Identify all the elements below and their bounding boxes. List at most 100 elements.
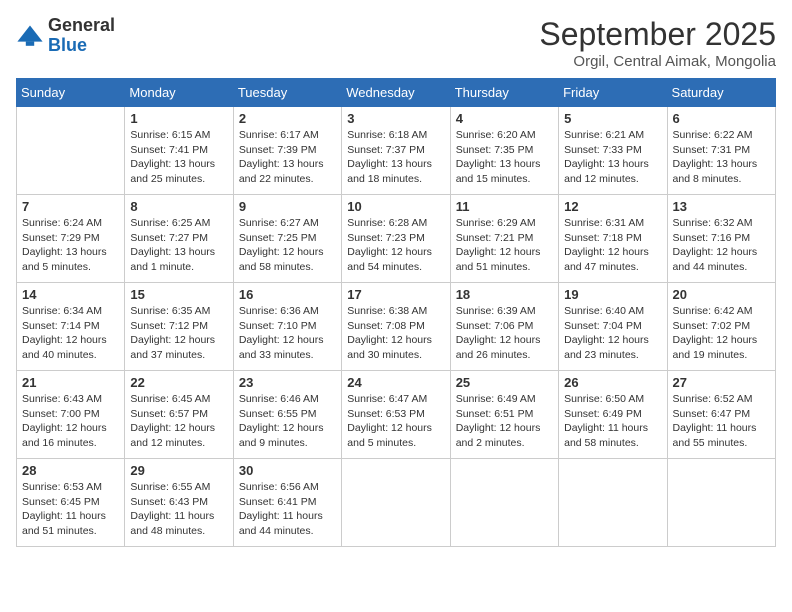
logo-blue-text: Blue <box>48 35 87 55</box>
day-number: 29 <box>130 463 227 478</box>
day-info: Sunrise: 6:22 AM Sunset: 7:31 PM Dayligh… <box>673 128 770 187</box>
day-info: Sunrise: 6:56 AM Sunset: 6:41 PM Dayligh… <box>239 480 336 539</box>
location-subtitle: Orgil, Central Aimak, Mongolia <box>539 53 776 70</box>
day-info: Sunrise: 6:47 AM Sunset: 6:53 PM Dayligh… <box>347 392 444 451</box>
day-number: 23 <box>239 375 336 390</box>
calendar-cell: 23 Sunrise: 6:46 AM Sunset: 6:55 PM Dayli… <box>233 371 341 459</box>
day-info: Sunrise: 6:55 AM Sunset: 6:43 PM Dayligh… <box>130 480 227 539</box>
day-info: Sunrise: 6:36 AM Sunset: 7:10 PM Dayligh… <box>239 304 336 363</box>
day-info: Sunrise: 6:42 AM Sunset: 7:02 PM Dayligh… <box>673 304 770 363</box>
day-number: 22 <box>130 375 227 390</box>
day-number: 8 <box>130 199 227 214</box>
day-number: 11 <box>456 199 553 214</box>
calendar-cell: 30 Sunrise: 6:56 AM Sunset: 6:41 PM Dayli… <box>233 459 341 547</box>
calendar-cell <box>17 107 125 195</box>
calendar-cell <box>450 459 558 547</box>
calendar-cell: 3Sunrise: 6:18 AM Sunset: 7:37 PM Daylig… <box>342 107 450 195</box>
title-block: September 2025 Orgil, Central Aimak, Mon… <box>539 16 776 70</box>
calendar-cell: 1Sunrise: 6:15 AM Sunset: 7:41 PM Daylig… <box>125 107 233 195</box>
day-number: 1 <box>130 111 227 126</box>
calendar-week-row: 7 Sunrise: 6:24 AM Sunset: 7:29 PM Daylig… <box>17 195 776 283</box>
day-info: Sunrise: 6:17 AM Sunset: 7:39 PM Dayligh… <box>239 128 336 187</box>
day-number: 14 <box>22 287 119 302</box>
calendar-cell: 28Sunrise: 6:53 AM Sunset: 6:45 PM Dayli… <box>17 459 125 547</box>
logo-icon <box>16 22 44 50</box>
calendar-cell: 16 Sunrise: 6:36 AM Sunset: 7:10 PM Dayli… <box>233 283 341 371</box>
calendar-cell: 26 Sunrise: 6:50 AM Sunset: 6:49 PM Dayli… <box>559 371 667 459</box>
calendar-cell: 8 Sunrise: 6:25 AM Sunset: 7:27 PM Daylig… <box>125 195 233 283</box>
day-number: 26 <box>564 375 661 390</box>
logo-general-text: General <box>48 15 115 35</box>
calendar-cell: 4 Sunrise: 6:20 AM Sunset: 7:35 PM Daylig… <box>450 107 558 195</box>
day-info: Sunrise: 6:49 AM Sunset: 6:51 PM Dayligh… <box>456 392 553 451</box>
day-number: 15 <box>130 287 227 302</box>
calendar-cell: 29 Sunrise: 6:55 AM Sunset: 6:43 PM Dayli… <box>125 459 233 547</box>
day-info: Sunrise: 6:38 AM Sunset: 7:08 PM Dayligh… <box>347 304 444 363</box>
calendar-cell: 11 Sunrise: 6:29 AM Sunset: 7:21 PM Dayli… <box>450 195 558 283</box>
page-header: General Blue September 2025 Orgil, Centr… <box>16 16 776 70</box>
day-number: 30 <box>239 463 336 478</box>
day-number: 25 <box>456 375 553 390</box>
day-info: Sunrise: 6:40 AM Sunset: 7:04 PM Dayligh… <box>564 304 661 363</box>
weekday-header-monday: Monday <box>125 79 233 107</box>
calendar-week-row: 21 Sunrise: 6:43 AM Sunset: 7:00 PM Dayli… <box>17 371 776 459</box>
day-info: Sunrise: 6:24 AM Sunset: 7:29 PM Dayligh… <box>22 216 119 275</box>
day-info: Sunrise: 6:35 AM Sunset: 7:12 PM Dayligh… <box>130 304 227 363</box>
day-number: 12 <box>564 199 661 214</box>
day-number: 27 <box>673 375 770 390</box>
weekday-header-wednesday: Wednesday <box>342 79 450 107</box>
day-info: Sunrise: 6:50 AM Sunset: 6:49 PM Dayligh… <box>564 392 661 451</box>
day-number: 16 <box>239 287 336 302</box>
day-number: 7 <box>22 199 119 214</box>
calendar-cell: 24 Sunrise: 6:47 AM Sunset: 6:53 PM Dayli… <box>342 371 450 459</box>
calendar-cell: 7 Sunrise: 6:24 AM Sunset: 7:29 PM Daylig… <box>17 195 125 283</box>
logo-text: General Blue <box>48 16 115 56</box>
day-info: Sunrise: 6:32 AM Sunset: 7:16 PM Dayligh… <box>673 216 770 275</box>
day-info: Sunrise: 6:21 AM Sunset: 7:33 PM Dayligh… <box>564 128 661 187</box>
calendar-week-row: 1Sunrise: 6:15 AM Sunset: 7:41 PM Daylig… <box>17 107 776 195</box>
day-number: 24 <box>347 375 444 390</box>
weekday-header-friday: Friday <box>559 79 667 107</box>
day-info: Sunrise: 6:20 AM Sunset: 7:35 PM Dayligh… <box>456 128 553 187</box>
day-number: 18 <box>456 287 553 302</box>
calendar-cell: 13 Sunrise: 6:32 AM Sunset: 7:16 PM Dayli… <box>667 195 775 283</box>
day-number: 10 <box>347 199 444 214</box>
calendar-cell <box>342 459 450 547</box>
weekday-header-tuesday: Tuesday <box>233 79 341 107</box>
day-number: 4 <box>456 111 553 126</box>
calendar-cell: 9 Sunrise: 6:27 AM Sunset: 7:25 PM Daylig… <box>233 195 341 283</box>
calendar-cell: 22 Sunrise: 6:45 AM Sunset: 6:57 PM Dayli… <box>125 371 233 459</box>
calendar-cell: 10 Sunrise: 6:28 AM Sunset: 7:23 PM Dayli… <box>342 195 450 283</box>
calendar-cell: 2Sunrise: 6:17 AM Sunset: 7:39 PM Daylig… <box>233 107 341 195</box>
day-number: 5 <box>564 111 661 126</box>
calendar-week-row: 14Sunrise: 6:34 AM Sunset: 7:14 PM Dayli… <box>17 283 776 371</box>
calendar-cell: 27Sunrise: 6:52 AM Sunset: 6:47 PM Dayli… <box>667 371 775 459</box>
day-info: Sunrise: 6:45 AM Sunset: 6:57 PM Dayligh… <box>130 392 227 451</box>
weekday-header-sunday: Sunday <box>17 79 125 107</box>
calendar-cell: 14Sunrise: 6:34 AM Sunset: 7:14 PM Dayli… <box>17 283 125 371</box>
calendar-cell <box>559 459 667 547</box>
calendar-cell: 21 Sunrise: 6:43 AM Sunset: 7:00 PM Dayli… <box>17 371 125 459</box>
day-number: 19 <box>564 287 661 302</box>
day-number: 9 <box>239 199 336 214</box>
calendar-table: SundayMondayTuesdayWednesdayThursdayFrid… <box>16 78 776 547</box>
day-info: Sunrise: 6:31 AM Sunset: 7:18 PM Dayligh… <box>564 216 661 275</box>
day-number: 13 <box>673 199 770 214</box>
calendar-cell: 25 Sunrise: 6:49 AM Sunset: 6:51 PM Dayli… <box>450 371 558 459</box>
weekday-header-saturday: Saturday <box>667 79 775 107</box>
day-number: 28 <box>22 463 119 478</box>
day-info: Sunrise: 6:28 AM Sunset: 7:23 PM Dayligh… <box>347 216 444 275</box>
day-number: 3 <box>347 111 444 126</box>
day-info: Sunrise: 6:29 AM Sunset: 7:21 PM Dayligh… <box>456 216 553 275</box>
day-info: Sunrise: 6:46 AM Sunset: 6:55 PM Dayligh… <box>239 392 336 451</box>
day-number: 21 <box>22 375 119 390</box>
calendar-cell: 15 Sunrise: 6:35 AM Sunset: 7:12 PM Dayli… <box>125 283 233 371</box>
day-info: Sunrise: 6:27 AM Sunset: 7:25 PM Dayligh… <box>239 216 336 275</box>
day-info: Sunrise: 6:43 AM Sunset: 7:00 PM Dayligh… <box>22 392 119 451</box>
day-number: 20 <box>673 287 770 302</box>
calendar-cell: 17Sunrise: 6:38 AM Sunset: 7:08 PM Dayli… <box>342 283 450 371</box>
logo: General Blue <box>16 16 115 56</box>
day-info: Sunrise: 6:25 AM Sunset: 7:27 PM Dayligh… <box>130 216 227 275</box>
weekday-header-thursday: Thursday <box>450 79 558 107</box>
calendar-cell: 12 Sunrise: 6:31 AM Sunset: 7:18 PM Dayli… <box>559 195 667 283</box>
